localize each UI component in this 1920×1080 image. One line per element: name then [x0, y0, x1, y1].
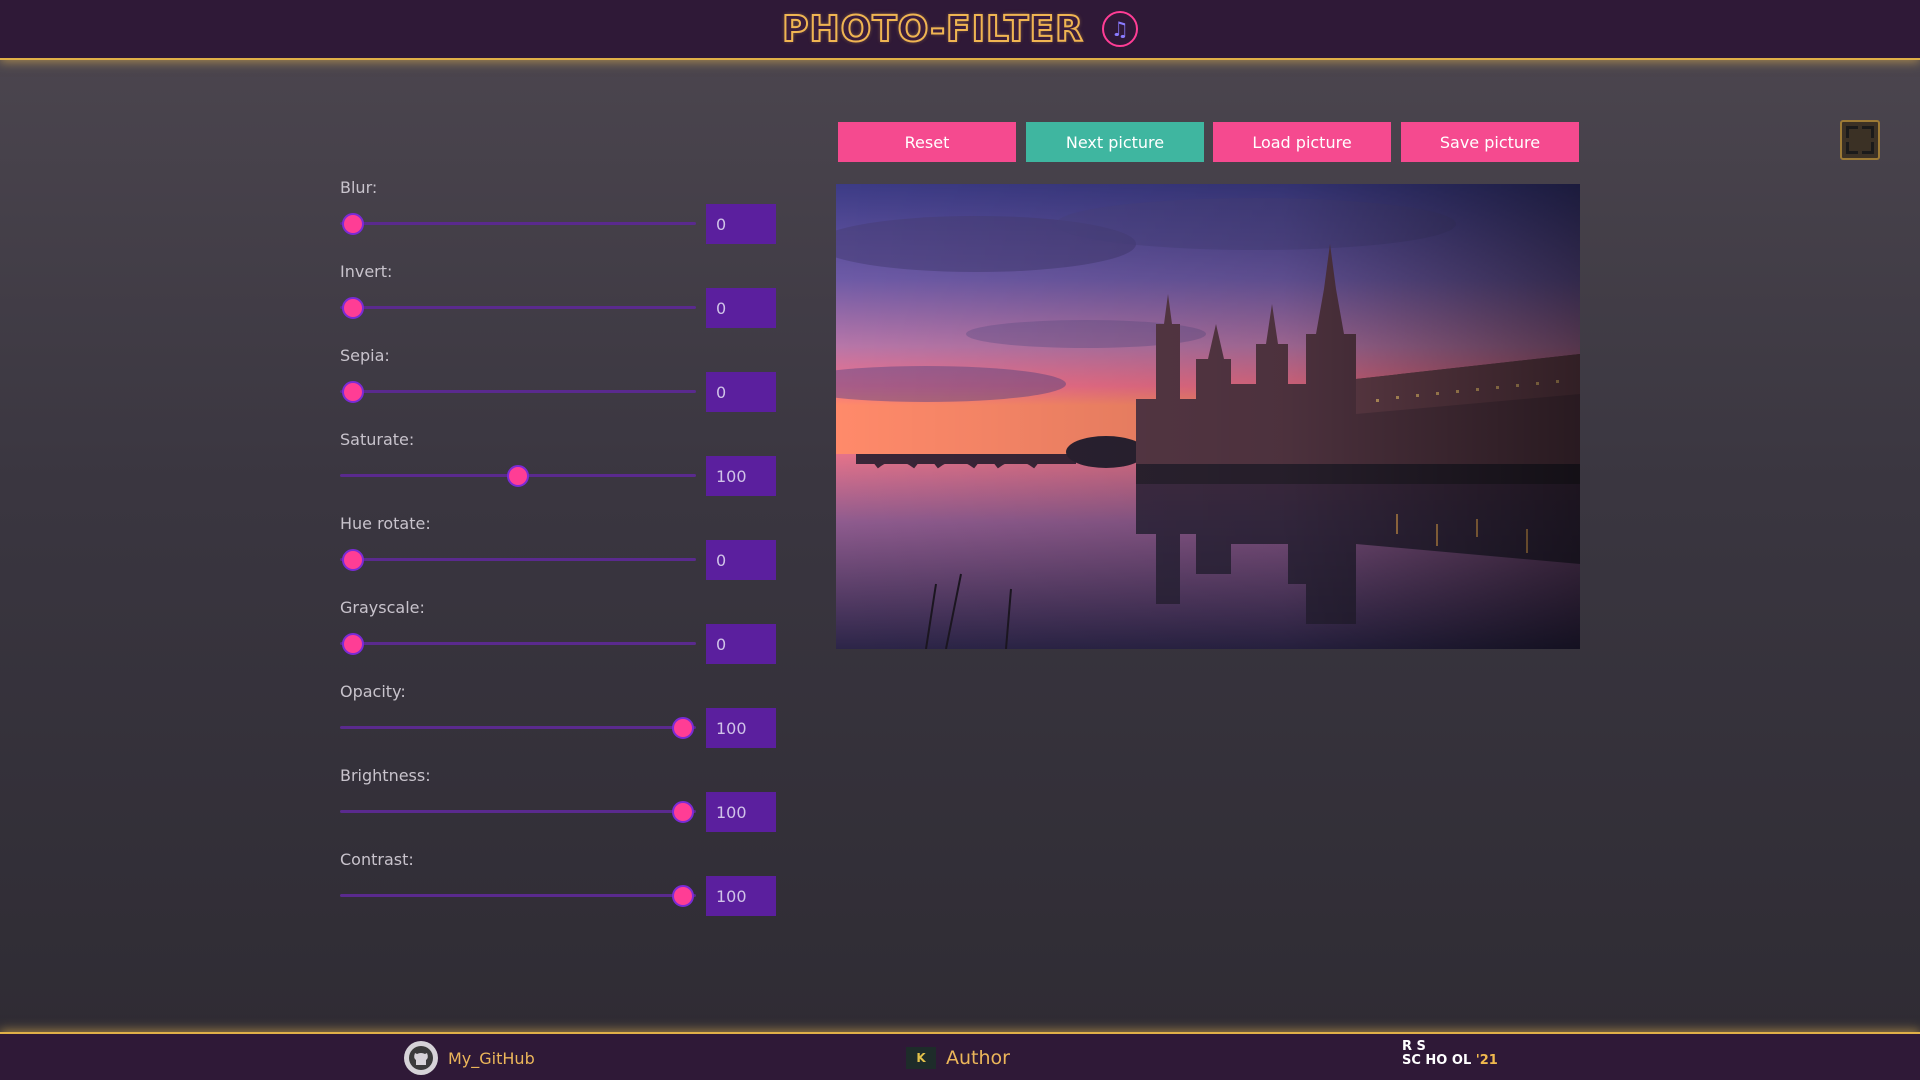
contrast-slider[interactable]: [340, 885, 696, 907]
sepia-value[interactable]: 0: [706, 372, 776, 412]
filter-saturate: Saturate: 100: [340, 430, 776, 514]
filter-hue-rotate: Hue rotate: 0: [340, 514, 776, 598]
grayscale-value[interactable]: 0: [706, 624, 776, 664]
invert-slider[interactable]: [340, 297, 696, 319]
filter-grayscale: Grayscale: 0: [340, 598, 776, 682]
filter-invert: Invert: 0: [340, 262, 776, 346]
app-title: PHOTO-FILTER: [781, 8, 1084, 51]
filter-label: Hue rotate:: [340, 514, 431, 533]
hue-rotate-slider[interactable]: [340, 549, 696, 571]
corner: [1862, 142, 1874, 154]
author-icon: K: [906, 1047, 936, 1069]
slider-thumb[interactable]: [672, 801, 694, 823]
github-label: My_GitHub: [448, 1048, 535, 1068]
brightness-slider[interactable]: [340, 801, 696, 823]
slider-thumb[interactable]: [507, 465, 529, 487]
filter-label: Saturate:: [340, 430, 415, 449]
photo-image: [836, 184, 1580, 649]
reset-button[interactable]: Reset: [838, 122, 1016, 162]
corner: [1846, 126, 1858, 138]
blur-value[interactable]: 0: [706, 204, 776, 244]
rs-school-line1: R S: [1402, 1039, 1426, 1054]
filter-label: Sepia:: [340, 346, 390, 365]
save-picture-button[interactable]: Save picture: [1401, 122, 1579, 162]
blur-slider[interactable]: [340, 213, 696, 235]
filter-opacity: Opacity: 100: [340, 682, 776, 766]
hue-rotate-value[interactable]: 0: [706, 540, 776, 580]
filter-label: Blur:: [340, 178, 378, 197]
slider-thumb[interactable]: [342, 633, 364, 655]
rs-school-line2: SC HO OL: [1402, 1053, 1472, 1068]
github-icon: [404, 1041, 438, 1075]
contrast-value[interactable]: 100: [706, 876, 776, 916]
filter-brightness: Brightness: 100: [340, 766, 776, 850]
header: PHOTO-FILTER ♫: [0, 0, 1920, 60]
github-link[interactable]: My_GitHub: [404, 1040, 535, 1076]
slider-thumb[interactable]: [342, 381, 364, 403]
filter-contrast: Contrast: 100: [340, 850, 776, 934]
load-picture-button[interactable]: Load picture: [1213, 122, 1391, 162]
invert-value[interactable]: 0: [706, 288, 776, 328]
corner: [1846, 142, 1858, 154]
grayscale-slider[interactable]: [340, 633, 696, 655]
slider-thumb[interactable]: [672, 885, 694, 907]
slider-thumb[interactable]: [342, 549, 364, 571]
slider-thumb[interactable]: [672, 717, 694, 739]
sepia-slider[interactable]: [340, 381, 696, 403]
filters-panel: Blur: 0 Invert: 0 Sepia: 0 Saturate: 100…: [340, 178, 776, 934]
music-icon[interactable]: ♫: [1101, 11, 1138, 47]
saturate-slider[interactable]: [340, 465, 696, 487]
opacity-value[interactable]: 100: [706, 708, 776, 748]
filter-sepia: Sepia: 0: [340, 346, 776, 430]
filter-blur: Blur: 0: [340, 178, 776, 262]
filter-label: Contrast:: [340, 850, 414, 869]
rs-school-year: '21: [1475, 1053, 1498, 1068]
next-picture-button[interactable]: Next picture: [1026, 122, 1204, 162]
corner: [1862, 126, 1874, 138]
saturate-value[interactable]: 100: [706, 456, 776, 496]
fullscreen-icon[interactable]: [1840, 120, 1880, 160]
photo-preview: [836, 184, 1580, 649]
brightness-value[interactable]: 100: [706, 792, 776, 832]
author-label: Author: [946, 1047, 1010, 1069]
footer: My_GitHub K Author R S SC HO OL '21: [0, 1032, 1920, 1080]
slider-thumb[interactable]: [342, 213, 364, 235]
author-link[interactable]: K Author: [906, 1040, 1010, 1076]
filter-label: Brightness:: [340, 766, 431, 785]
rs-school-logo[interactable]: R S SC HO OL '21: [1402, 1040, 1522, 1076]
filter-label: Grayscale:: [340, 598, 425, 617]
filter-label: Opacity:: [340, 682, 406, 701]
opacity-slider[interactable]: [340, 717, 696, 739]
slider-thumb[interactable]: [342, 297, 364, 319]
filter-label: Invert:: [340, 262, 393, 281]
